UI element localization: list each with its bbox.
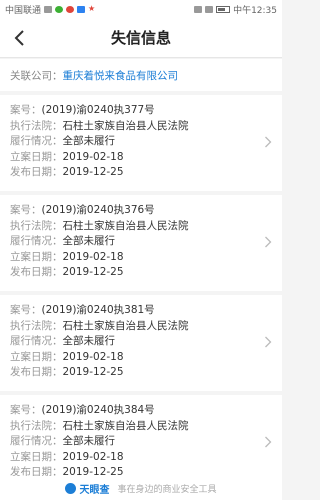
court: 石柱土家族自治县人民法院 bbox=[62, 219, 189, 232]
related-company-label: 关联公司： bbox=[10, 69, 63, 82]
performance: 全部未履行 bbox=[62, 235, 116, 247]
performance: 全部未履行 bbox=[62, 435, 116, 447]
footer: 天眼查 事在身边的商业安全工具 bbox=[0, 476, 282, 500]
chevron-right-icon bbox=[265, 136, 272, 148]
filed-date-label: 立案日期： bbox=[10, 450, 63, 463]
published-date-label: 发布日期： bbox=[10, 366, 63, 378]
published-date: 2019-12-25 bbox=[62, 266, 124, 278]
page-title: 失信信息 bbox=[110, 29, 171, 47]
case-no: (2019)渝0240执377号 bbox=[41, 104, 155, 116]
court: 石柱土家族自治县人民法院 bbox=[62, 319, 189, 332]
case-no: (2019)渝0240执381号 bbox=[41, 304, 155, 316]
filed-date: 2019-02-18 bbox=[62, 250, 124, 263]
star-icon: ★ bbox=[88, 4, 96, 13]
wifi-icon bbox=[205, 5, 214, 13]
slogan: 事在身边的商业安全工具 bbox=[117, 484, 217, 495]
case-no-label: 案号： bbox=[10, 304, 42, 316]
tianyancha-logo-icon bbox=[65, 482, 77, 494]
filed-date-label: 立案日期： bbox=[10, 250, 63, 263]
performance-label: 履行情况： bbox=[10, 435, 63, 447]
related-company-link[interactable]: 重庆着悦来食品有限公司 bbox=[63, 68, 179, 83]
record-card[interactable]: 案号：(2019)渝0240执377号 执行法院：石柱土家族自治县人民法院 履行… bbox=[0, 95, 282, 191]
chevron-right-icon bbox=[265, 236, 272, 248]
court: 石柱土家族自治县人民法院 bbox=[62, 119, 189, 132]
brand-name: 天眼查 bbox=[79, 484, 110, 496]
filed-date-label: 立案日期： bbox=[10, 350, 63, 363]
published-date: 2019-12-25 bbox=[62, 166, 124, 178]
battery-icon bbox=[216, 5, 231, 13]
carrier-label: 中国联通 bbox=[5, 5, 42, 16]
signal-icon bbox=[44, 5, 53, 13]
performance-label: 履行情况： bbox=[10, 135, 63, 147]
performance-label: 履行情况： bbox=[10, 335, 63, 347]
case-no-label: 案号： bbox=[10, 104, 42, 116]
status-bar: 中国联通 ★ 中午12:35 bbox=[0, 0, 282, 18]
filed-date: 2019-02-18 bbox=[62, 150, 124, 163]
record-card[interactable]: 案号：(2019)渝0240执376号 执行法院：石柱土家族自治县人民法院 履行… bbox=[0, 195, 282, 291]
record-card[interactable]: 案号：(2019)渝0240执381号 执行法院：石柱土家族自治县人民法院 履行… bbox=[0, 295, 282, 391]
published-date-label: 发布日期： bbox=[10, 166, 63, 178]
wechat-icon bbox=[55, 5, 64, 13]
published-date-label: 发布日期： bbox=[10, 266, 63, 278]
performance: 全部未履行 bbox=[62, 135, 116, 147]
top-bar: 失信信息 bbox=[0, 18, 282, 58]
case-no-label: 案号： bbox=[10, 204, 42, 216]
court-label: 执行法院： bbox=[10, 419, 63, 432]
performance: 全部未履行 bbox=[62, 335, 116, 347]
case-no: (2019)渝0240执384号 bbox=[41, 404, 155, 416]
back-arrow-icon[interactable] bbox=[10, 27, 32, 49]
court-label: 执行法院： bbox=[10, 219, 63, 232]
bluetooth-icon bbox=[194, 5, 203, 13]
court: 石柱土家族自治县人民法院 bbox=[62, 419, 189, 432]
app-notification-icon bbox=[77, 5, 86, 13]
brand: 天眼查 bbox=[65, 481, 109, 496]
published-date: 2019-12-25 bbox=[62, 366, 124, 378]
chevron-right-icon bbox=[265, 436, 272, 448]
related-company: 关联公司： 重庆着悦来食品有限公司 bbox=[0, 59, 282, 91]
case-no-label: 案号： bbox=[10, 404, 42, 416]
clock: 中午12:35 bbox=[233, 5, 277, 16]
court-label: 执行法院： bbox=[10, 119, 63, 132]
chevron-right-icon bbox=[265, 336, 272, 348]
filed-date: 2019-02-18 bbox=[62, 450, 124, 463]
filed-date: 2019-02-18 bbox=[62, 350, 124, 363]
case-no: (2019)渝0240执376号 bbox=[41, 204, 155, 216]
weibo-icon bbox=[66, 5, 75, 13]
filed-date-label: 立案日期： bbox=[10, 150, 63, 163]
performance-label: 履行情况： bbox=[10, 235, 63, 247]
court-label: 执行法院： bbox=[10, 319, 63, 332]
